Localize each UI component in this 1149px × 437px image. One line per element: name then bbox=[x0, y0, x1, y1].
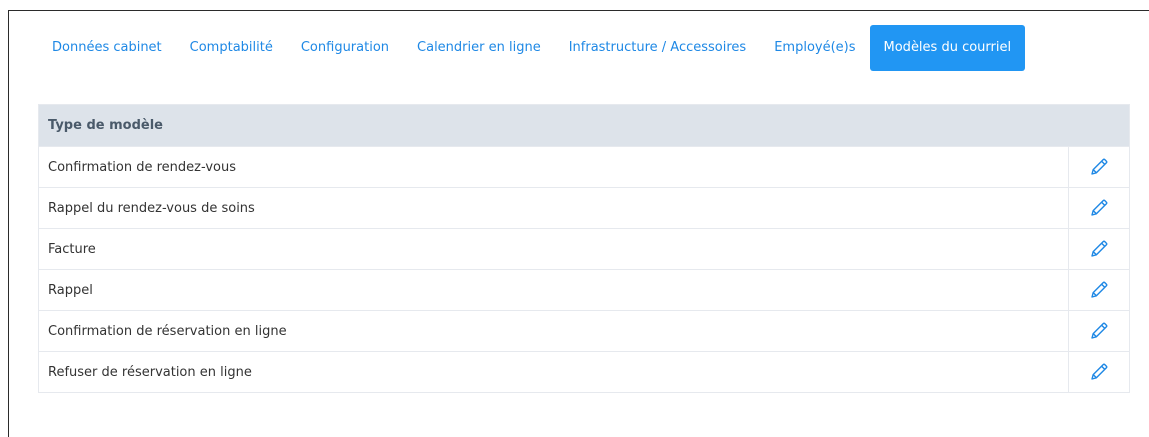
table-row: Rappel bbox=[39, 269, 1129, 310]
edit-button[interactable] bbox=[1068, 270, 1129, 310]
tab-configuration[interactable]: Configuration bbox=[287, 25, 403, 71]
edit-button[interactable] bbox=[1068, 311, 1129, 351]
template-name: Rappel du rendez-vous de soins bbox=[48, 200, 255, 216]
table-row: Refuser de réservation en ligne bbox=[39, 351, 1129, 392]
template-name: Confirmation de réservation en ligne bbox=[48, 323, 287, 339]
template-name: Confirmation de rendez-vous bbox=[48, 159, 236, 175]
table-row: Facture bbox=[39, 228, 1129, 269]
settings-tabs: Données cabinet Comptabilité Configurati… bbox=[38, 25, 1026, 71]
pencil-icon bbox=[1089, 321, 1109, 341]
pencil-icon bbox=[1089, 198, 1109, 218]
table-row: Confirmation de rendez-vous bbox=[39, 146, 1129, 187]
tab-infrastructure-accessoires[interactable]: Infrastructure / Accessoires bbox=[555, 25, 761, 71]
template-name: Rappel bbox=[48, 282, 93, 298]
pencil-icon bbox=[1089, 157, 1109, 177]
edit-button[interactable] bbox=[1068, 229, 1129, 269]
edit-button[interactable] bbox=[1068, 147, 1129, 187]
tab-employes[interactable]: Employé(e)s bbox=[760, 25, 869, 71]
edit-button[interactable] bbox=[1068, 188, 1129, 228]
edit-button[interactable] bbox=[1068, 352, 1129, 392]
pencil-icon bbox=[1089, 239, 1109, 259]
tab-comptabilite[interactable]: Comptabilité bbox=[176, 25, 287, 71]
table-header: Type de modèle bbox=[39, 105, 1129, 146]
pencil-icon bbox=[1089, 362, 1109, 382]
table-row: Rappel du rendez-vous de soins bbox=[39, 187, 1129, 228]
column-header-type-de-modele: Type de modèle bbox=[48, 118, 163, 133]
tab-calendrier-en-ligne[interactable]: Calendrier en ligne bbox=[403, 25, 555, 71]
template-name: Facture bbox=[48, 241, 96, 257]
tab-modeles-du-courriel[interactable]: Modèles du courriel bbox=[869, 25, 1026, 71]
table-row: Confirmation de réservation en ligne bbox=[39, 310, 1129, 351]
template-name: Refuser de réservation en ligne bbox=[48, 364, 252, 380]
email-templates-table: Type de modèle Confirmation de rendez-vo… bbox=[38, 104, 1130, 393]
tab-donnees-cabinet[interactable]: Données cabinet bbox=[38, 25, 176, 71]
pencil-icon bbox=[1089, 280, 1109, 300]
